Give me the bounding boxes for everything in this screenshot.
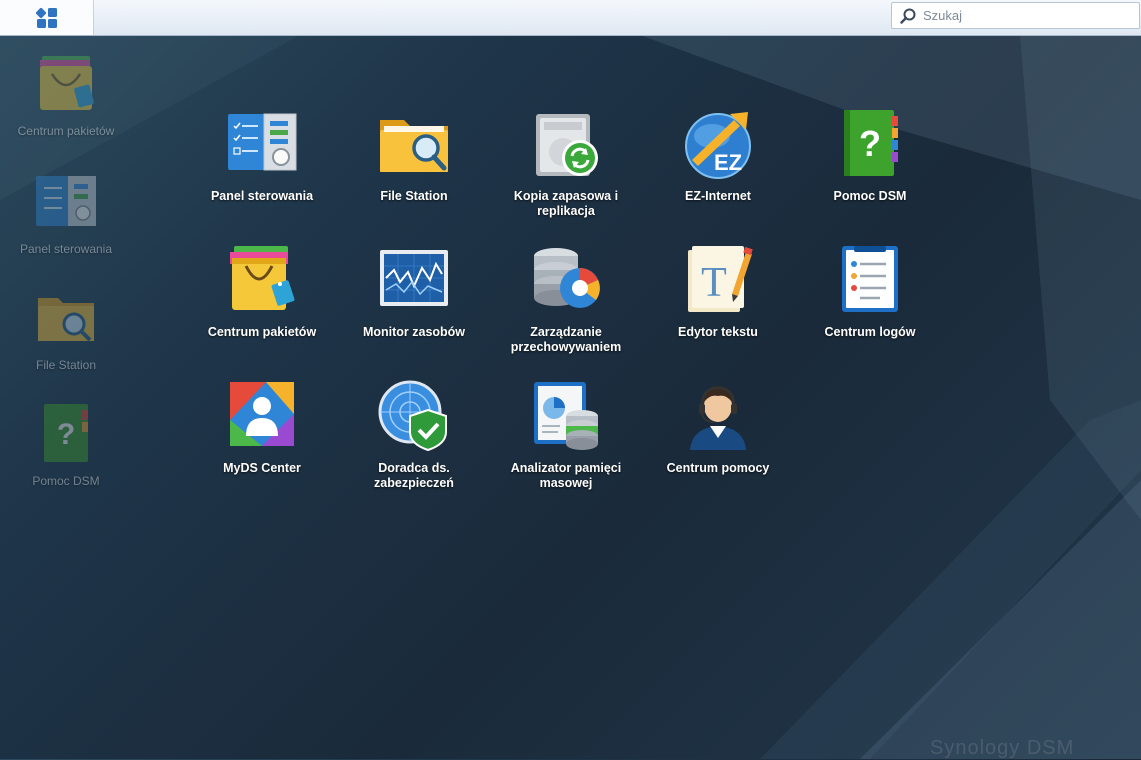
app-ez-internet[interactable]: EZ EZ-Internet	[648, 108, 788, 204]
app-label: File Station	[380, 189, 448, 203]
brand-watermark: Synology DSM	[930, 737, 1075, 759]
backup-replication-icon	[536, 114, 598, 176]
desktop-shortcut-label: Centrum pakietów	[17, 124, 115, 138]
app-label: Analizator pamięci masowej	[510, 461, 622, 490]
main-menu-button[interactable]	[0, 0, 94, 35]
desktop-shortcut-label: Pomoc DSM	[32, 474, 100, 488]
app-label: Kopia zapasowa i replikacja	[513, 189, 619, 218]
app-text-editor[interactable]: T Edytor tekstu	[648, 244, 788, 340]
dsm-help-icon: ?	[844, 110, 898, 176]
control-panel-icon	[228, 113, 297, 171]
svg-text:?: ?	[859, 123, 881, 164]
file-station-icon	[38, 298, 94, 342]
resource-monitor-icon	[380, 250, 448, 306]
package-center-icon	[230, 246, 295, 310]
log-center-icon	[842, 246, 898, 312]
search-input[interactable]	[921, 7, 1125, 24]
app-label: EZ-Internet	[685, 189, 751, 203]
app-label: MyDS Center	[223, 461, 301, 475]
app-label: Panel sterowania	[210, 189, 314, 203]
main-menu-icon	[35, 7, 57, 28]
app-log-center[interactable]: Centrum logów	[800, 244, 940, 340]
search-box[interactable]	[891, 2, 1140, 29]
app-label: Monitor zasobów	[362, 325, 466, 339]
app-label: Centrum logów	[824, 325, 916, 339]
ez-internet-icon: EZ	[685, 112, 751, 179]
search-icon	[900, 8, 916, 24]
app-label: Zarządzanie przechowywaniem	[510, 325, 622, 354]
app-label: Centrum pomocy	[666, 461, 770, 475]
app-label: Centrum pakietów	[207, 325, 317, 339]
support-center-icon	[690, 386, 746, 450]
myds-center-icon	[230, 382, 294, 446]
app-file-station[interactable]: File Station	[344, 108, 484, 204]
app-support-center[interactable]: Centrum pomocy	[648, 380, 788, 476]
desktop-shortcut-label: File Station	[35, 358, 97, 372]
desktop-shortcut-package-center[interactable]: Centrum pakietów	[16, 52, 116, 139]
app-label: Pomoc DSM	[833, 189, 907, 203]
app-control-panel[interactable]: Panel sterowania	[192, 108, 332, 204]
desktop-shortcut-dsm-help[interactable]: ? Pomoc DSM	[16, 402, 116, 489]
svg-text:T: T	[701, 260, 727, 306]
app-storage-manager[interactable]: Zarządzanie przechowywaniem	[496, 244, 636, 355]
text-editor-icon: T	[688, 246, 753, 312]
storage-manager-icon	[534, 248, 600, 308]
svg-text:?: ?	[57, 418, 75, 451]
app-storage-analyzer[interactable]: Analizator pamięci masowej	[496, 380, 636, 491]
app-package-center[interactable]: Centrum pakietów	[192, 244, 332, 340]
app-backup-replication[interactable]: Kopia zapasowa i replikacja	[496, 108, 636, 219]
app-myds-center[interactable]: MyDS Center	[192, 380, 332, 476]
app-security-advisor[interactable]: Doradca ds. zabezpieczeń	[344, 380, 484, 491]
package-center-icon	[40, 56, 94, 110]
file-station-icon	[380, 120, 448, 172]
taskbar	[0, 0, 1141, 36]
storage-analyzer-icon	[534, 382, 598, 450]
desktop-shortcut-label: Panel sterowania	[19, 242, 113, 256]
dsm-help-icon: ?	[44, 404, 88, 462]
desktop-shortcut-control-panel[interactable]: Panel sterowania	[16, 170, 116, 257]
app-dsm-help[interactable]: ? Pomoc DSM	[800, 108, 940, 204]
app-label: Doradca ds. zabezpieczeń	[374, 461, 454, 490]
app-resource-monitor[interactable]: Monitor zasobów	[344, 244, 484, 340]
app-label: Edytor tekstu	[678, 325, 758, 339]
desktop-shortcut-file-station[interactable]: File Station	[16, 286, 116, 373]
security-advisor-icon	[378, 380, 447, 452]
control-panel-icon	[36, 176, 96, 226]
svg-text:EZ: EZ	[714, 150, 742, 175]
